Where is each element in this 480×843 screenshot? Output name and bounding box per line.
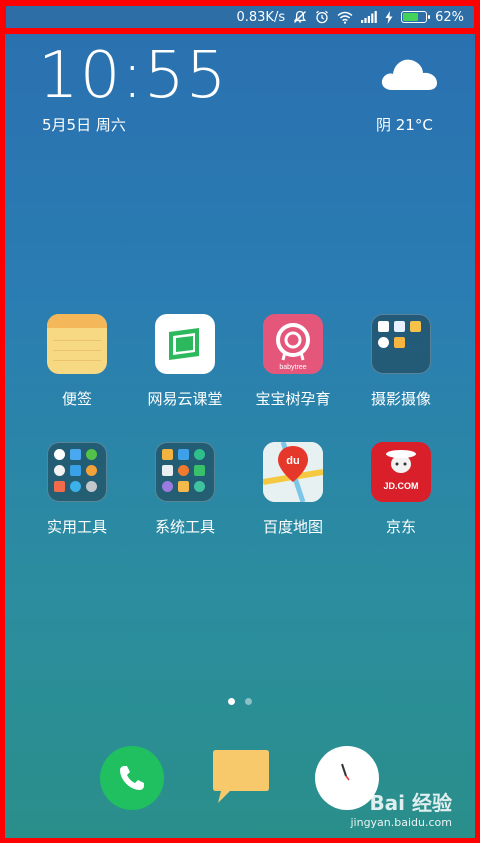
battery-icon: [401, 11, 431, 23]
app-label: 网易云课堂: [147, 390, 223, 408]
cloudy-weather-icon[interactable]: [378, 52, 440, 92]
app-label: 系统工具: [154, 518, 215, 536]
status-bar: 0.83K/s 62%: [0, 0, 480, 34]
baidu-map-icon: du: [263, 442, 323, 502]
app-label: 京东: [385, 518, 416, 536]
watermark-main: Bai 经验: [369, 791, 452, 815]
babytree-icon: babytree: [263, 314, 323, 374]
app-netease-course[interactable]: 网易云课堂: [130, 314, 240, 409]
jd-icon: JD.COM: [371, 442, 431, 502]
mute-bell-icon: [294, 10, 307, 23]
page-dot[interactable]: [245, 698, 252, 705]
app-babytree[interactable]: babytree 宝宝树孕育: [238, 314, 348, 409]
page-indicator: [228, 698, 252, 705]
app-notes[interactable]: 便签: [22, 314, 132, 409]
photo-folder-icon: [371, 314, 431, 374]
app-label: 实用工具: [46, 518, 107, 536]
alarm-icon: [316, 10, 329, 24]
battery-level: [403, 13, 418, 21]
babytree-icon-text: babytree: [279, 364, 306, 371]
wifi-icon: [337, 11, 353, 24]
app-jd[interactable]: JD.COM 京东: [346, 442, 456, 537]
clock-date: 5月5日 周六: [42, 116, 126, 134]
netease-course-icon: [155, 314, 215, 374]
signal-icon: [361, 11, 377, 23]
phone-icon: [120, 766, 144, 790]
battery-percent: 62%: [435, 9, 464, 25]
notes-icon: [47, 314, 107, 374]
tools-folder-icon: [47, 442, 107, 502]
phone-app[interactable]: [100, 746, 164, 810]
jd-icon-text: JD.COM: [383, 481, 418, 491]
weather-info[interactable]: 阴 21°C: [376, 114, 433, 135]
app-label: 百度地图: [262, 518, 323, 536]
watermark-url: jingyan.baidu.com: [350, 816, 452, 829]
app-system-tools-folder[interactable]: 系统工具: [130, 442, 240, 537]
system-tools-folder-icon: [155, 442, 215, 502]
app-label: 宝宝树孕育: [255, 390, 331, 408]
app-label: 摄影摄像: [370, 390, 431, 408]
baidu-map-du-text: du: [286, 455, 299, 467]
app-tools-folder[interactable]: 实用工具: [22, 442, 132, 537]
network-speed: 0.83K/s: [236, 9, 286, 25]
app-photo-folder[interactable]: 摄影摄像: [346, 314, 456, 409]
app-baidu-map[interactable]: du 百度地图: [238, 442, 348, 537]
message-icon: [213, 750, 269, 803]
baidu-jingyan-watermark: Bai 经验 jingyan.baidu.com: [350, 787, 452, 829]
page-dot-active[interactable]: [228, 698, 235, 705]
messages-app[interactable]: [212, 748, 276, 812]
clock-time: 10:55: [38, 39, 228, 113]
app-label: 便签: [61, 390, 92, 408]
charging-bolt-icon: [385, 10, 393, 24]
